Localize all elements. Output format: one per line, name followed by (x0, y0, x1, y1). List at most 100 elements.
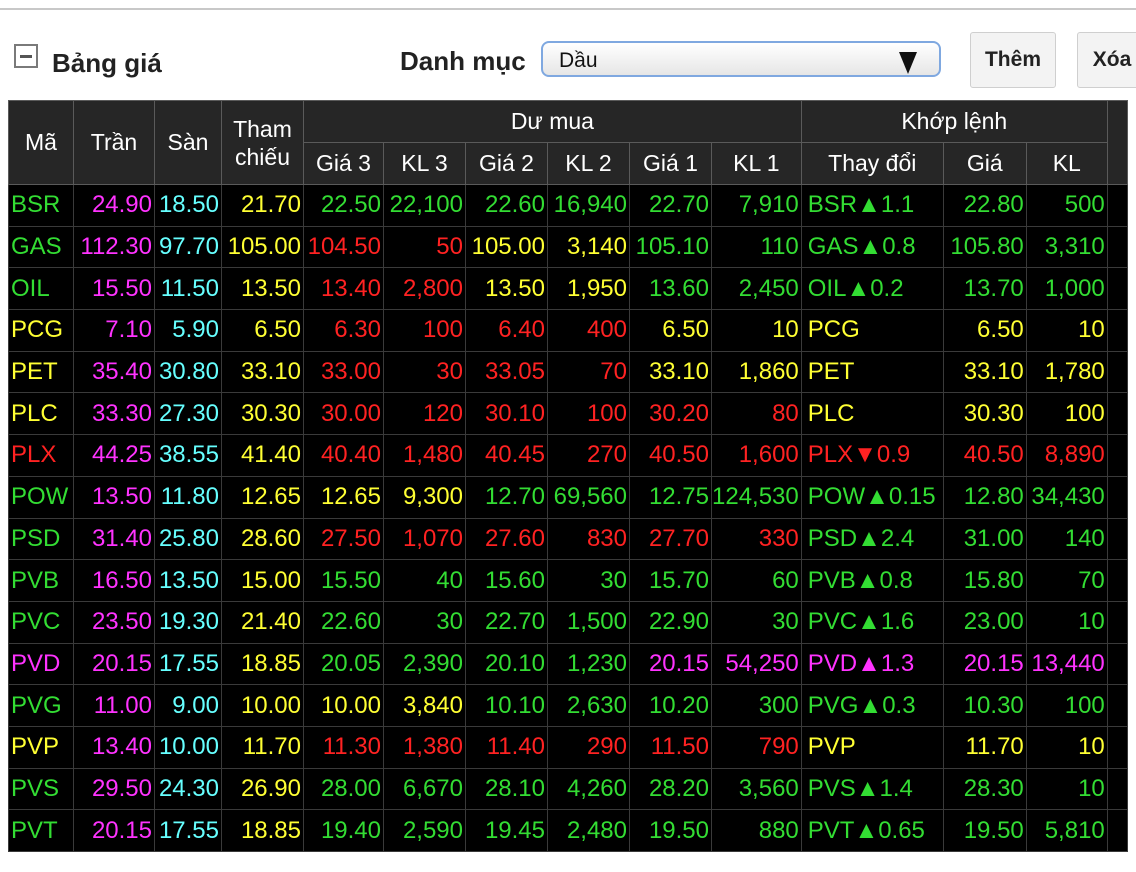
cell-bid-vol-2: 2,630 (547, 684, 630, 727)
category-select[interactable]: Dầu (541, 41, 941, 77)
cell-symbol[interactable]: POW (8, 475, 74, 519)
cell-ceiling: 29.50 (73, 767, 155, 811)
col-header-kl1[interactable]: KL 1 (711, 142, 802, 185)
cell-bid-price-1: 105.10 (629, 225, 712, 269)
cell-floor: 11.80 (154, 475, 222, 519)
cell-floor: 19.30 (154, 600, 222, 644)
col-header-tran[interactable]: Trần (73, 100, 155, 185)
col-header-ma[interactable]: Mã (8, 100, 74, 185)
cell-match-vol: 34,430 (1025, 475, 1108, 519)
table-row[interactable]: POW 13.50 11.80 12.65 12.65 9,300 12.70 69,560 1… (8, 475, 1128, 519)
board-header: Bảng giá Danh mục Dầu Thêm Xóa (0, 30, 1136, 90)
table-row[interactable]: BSR 24.90 18.50 21.70 22.50 22,100 22.60 16,940… (8, 184, 1128, 227)
table-row[interactable]: PVB 16.50 13.50 15.00 15.50 40 15.60 30 15.70 60 P… (8, 559, 1128, 602)
cell-bid-price-2: 27.60 (465, 517, 548, 561)
col-header-gia3[interactable]: Giá 3 (303, 142, 384, 185)
cell-symbol[interactable]: PSD (8, 517, 74, 561)
cell-overflow (1106, 600, 1128, 644)
cell-bid-vol-2: 2,480 (547, 809, 630, 852)
cell-bid-price-2: 40.45 (465, 434, 548, 477)
price-board-table: Mã Trần Sàn Tham chiếu Dư mua Khớp lệnh … (8, 100, 1128, 852)
cell-symbol[interactable]: PET (8, 350, 74, 394)
cell-symbol[interactable]: PVB (8, 559, 74, 602)
table-row[interactable]: PVC 23.50 19.30 21.40 22.60 30 22.70 1,500 22.90… (8, 600, 1128, 644)
cell-symbol[interactable]: BSR (8, 184, 74, 227)
table-row[interactable]: PCG 7.10 5.90 6.50 6.30 100 6.40 400 6.50 10 PCG 6.… (8, 309, 1128, 352)
cell-bid-price-1: 12.75 (629, 475, 712, 519)
col-header-kl[interactable]: KL (1025, 142, 1108, 185)
cell-bid-price-2: 15.60 (465, 559, 548, 602)
cell-symbol[interactable]: PVS (8, 767, 74, 811)
cell-symbol[interactable]: PVD (8, 642, 74, 686)
cell-bid-vol-1: 54,250 (711, 642, 802, 686)
table-row[interactable]: PVS 29.50 24.30 26.90 28.00 6,670 28.10 4,260 28… (8, 767, 1128, 811)
cell-floor: 10.00 (154, 725, 222, 769)
col-header-thay-doi[interactable]: Thay đổi (800, 142, 944, 185)
cell-symbol[interactable]: PCG (8, 309, 74, 352)
delete-button[interactable]: Xóa (1077, 32, 1136, 88)
cell-ceiling: 11.00 (73, 684, 155, 727)
col-header-tham-chieu-line1: Tham (233, 115, 292, 142)
cell-match-price: 10.30 (942, 684, 1027, 727)
cell-floor: 11.50 (154, 267, 222, 311)
cell-symbol[interactable]: PLC (8, 392, 74, 436)
table-row[interactable]: PSD 31.40 25.80 28.60 27.50 1,070 27.60 830 27.7… (8, 517, 1128, 561)
cell-match-price: 40.50 (942, 434, 1027, 477)
table-row[interactable]: PVP 13.40 10.00 11.70 11.30 1,380 11.40 290 11.5… (8, 725, 1128, 769)
cell-bid-price-1: 11.50 (629, 725, 712, 769)
cell-match-vol: 70 (1025, 559, 1108, 602)
cell-bid-price-3: 12.65 (303, 475, 384, 519)
cell-match-price: 105.80 (942, 225, 1027, 269)
col-header-tham-chieu[interactable]: Tham chiếu (221, 100, 304, 185)
col-header-kl3[interactable]: KL 3 (383, 142, 466, 185)
category-selected-value: Dầu (559, 49, 598, 72)
cell-bid-price-2: 11.40 (465, 725, 548, 769)
cell-symbol[interactable]: PLX (8, 434, 74, 477)
cell-bid-vol-1: 80 (711, 392, 802, 436)
collapse-minus-icon[interactable] (14, 44, 38, 68)
cell-symbol[interactable]: PVT (8, 809, 74, 852)
cell-change: POW▲0.15 (800, 475, 944, 519)
cell-bid-vol-3: 9,300 (383, 475, 466, 519)
table-row[interactable]: PVD 20.15 17.55 18.85 20.05 2,390 20.10 1,230 20… (8, 642, 1128, 686)
table-row[interactable]: OIL 15.50 11.50 13.50 13.40 2,800 13.50 1,950 13… (8, 267, 1128, 311)
cell-bid-vol-2: 16,940 (547, 184, 630, 227)
cell-bid-price-2: 10.10 (465, 684, 548, 727)
table-row[interactable]: PVT 20.15 17.55 18.85 19.40 2,590 19.45 2,480 19… (8, 809, 1128, 852)
cell-match-price: 11.70 (942, 725, 1027, 769)
col-header-tham-chieu-line2: chiếu (235, 143, 290, 170)
cell-symbol[interactable]: GAS (8, 225, 74, 269)
table-row[interactable]: PET 35.40 30.80 33.10 33.00 30 33.05 70 33.10 1,8… (8, 350, 1128, 394)
col-header-san[interactable]: Sàn (154, 100, 222, 185)
cell-reference: 10.00 (221, 684, 304, 727)
cell-bid-price-2: 6.40 (465, 309, 548, 352)
cell-symbol[interactable]: OIL (8, 267, 74, 311)
cell-overflow (1106, 684, 1128, 727)
cell-ceiling: 20.15 (73, 642, 155, 686)
add-button[interactable]: Thêm (970, 32, 1056, 88)
cell-bid-vol-3: 1,070 (383, 517, 466, 561)
cell-ceiling: 13.40 (73, 725, 155, 769)
cell-overflow (1106, 809, 1128, 852)
cell-bid-vol-1: 300 (711, 684, 802, 727)
table-row[interactable]: PLC 33.30 27.30 30.30 30.00 120 30.10 100 30.20 8… (8, 392, 1128, 436)
cell-overflow (1106, 434, 1128, 477)
cell-bid-vol-1: 124,530 (711, 475, 802, 519)
table-row[interactable]: PLX 44.25 38.55 41.40 40.40 1,480 40.45 270 40.5… (8, 434, 1128, 477)
cell-reference: 105.00 (221, 225, 304, 269)
col-header-gia[interactable]: Giá (942, 142, 1027, 185)
cell-bid-vol-1: 790 (711, 725, 802, 769)
cell-bid-vol-1: 110 (711, 225, 802, 269)
table-row[interactable]: PVG 11.00 9.00 10.00 10.00 3,840 10.10 2,630 10.… (8, 684, 1128, 727)
col-header-kl2[interactable]: KL 2 (547, 142, 630, 185)
table-row[interactable]: GAS 112.30 97.70 105.00 104.50 50 105.00 3,140 1… (8, 225, 1128, 269)
cell-ceiling: 24.90 (73, 184, 155, 227)
cell-symbol[interactable]: PVC (8, 600, 74, 644)
cell-match-price: 19.50 (942, 809, 1027, 852)
cell-symbol[interactable]: PVP (8, 725, 74, 769)
cell-symbol[interactable]: PVG (8, 684, 74, 727)
col-header-gia1[interactable]: Giá 1 (629, 142, 712, 185)
cell-reference: 13.50 (221, 267, 304, 311)
cell-match-vol: 500 (1025, 184, 1108, 227)
col-header-gia2[interactable]: Giá 2 (465, 142, 548, 185)
